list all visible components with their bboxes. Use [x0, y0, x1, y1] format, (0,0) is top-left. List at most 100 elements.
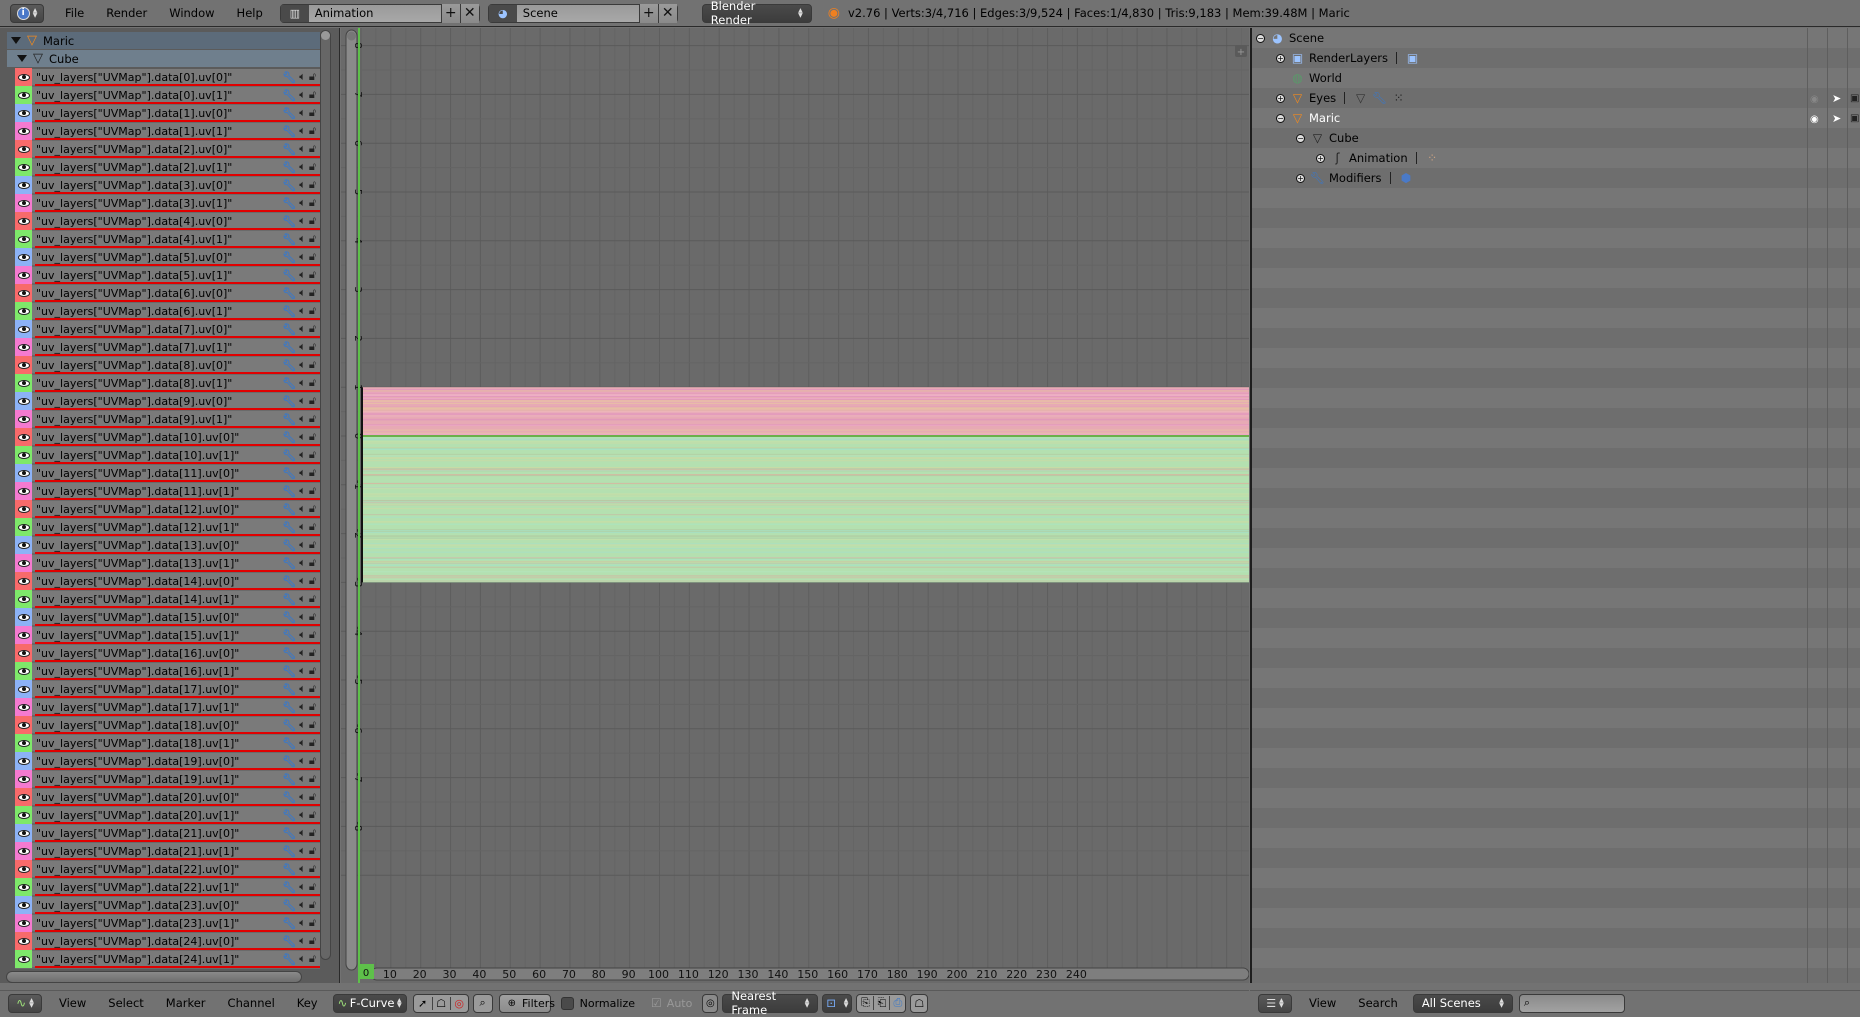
eye-icon[interactable]	[17, 685, 30, 693]
eye-icon[interactable]	[17, 955, 30, 963]
menu-view[interactable]: View	[48, 996, 97, 1010]
modifier-wrench-icon[interactable]: 🔧︎	[282, 503, 296, 516]
eye-icon[interactable]	[17, 649, 30, 657]
unlock-icon[interactable]: 🔓︎	[309, 484, 316, 498]
graph-editor-region[interactable]: 9876543210-1-2-3-4-5-6-7-801020304050607…	[341, 28, 1249, 983]
eye-icon[interactable]	[17, 91, 30, 99]
modifier-wrench-icon[interactable]: 🔧︎	[282, 881, 296, 894]
mute-speaker-icon[interactable]: 🔈︎	[299, 430, 306, 444]
modifier-wrench-icon[interactable]: 🔧︎	[282, 701, 296, 714]
paste-keys-icon[interactable]: ⎗	[873, 996, 889, 1010]
modifier-wrench-icon[interactable]: 🔧︎	[282, 521, 296, 534]
eye-icon[interactable]	[17, 829, 30, 837]
channel-row[interactable]: "uv_layers["UVMap"].data[3].uv[0]" 🔧︎ 🔈︎ 🔓︎	[15, 176, 320, 195]
eye-icon[interactable]	[17, 325, 30, 333]
unlock-icon[interactable]: 🔓︎	[309, 178, 316, 192]
eye-icon[interactable]	[17, 217, 30, 225]
modifier-wrench-icon[interactable]: 🔧︎	[282, 125, 296, 138]
action-keyframes-icon[interactable]: ⁘	[1425, 151, 1440, 166]
unlock-icon[interactable]: 🔓︎	[309, 412, 316, 426]
eye-icon[interactable]	[17, 883, 30, 891]
add-scene-icon[interactable]: +	[638, 3, 658, 23]
modifier-wrench-icon[interactable]: 🔧︎	[282, 791, 296, 804]
eye-icon[interactable]	[17, 793, 30, 801]
auto-checkbox[interactable]: ☑	[651, 996, 662, 1010]
modifier-wrench-icon[interactable]: 🔧︎	[282, 773, 296, 786]
modifier-wrench-icon[interactable]: 🔧︎	[282, 323, 296, 336]
unlock-icon[interactable]: 🔓︎	[309, 358, 316, 372]
channel-row[interactable]: "uv_layers["UVMap"].data[20].uv[1]" 🔧︎ 🔈︎ 🔓…	[15, 806, 320, 825]
mute-speaker-icon[interactable]: 🔈︎	[299, 898, 306, 912]
unlock-icon[interactable]: 🔓︎	[309, 520, 316, 534]
eye-icon[interactable]	[17, 199, 30, 207]
eye-icon[interactable]	[17, 865, 30, 873]
outliner-item-eyes[interactable]: + ▽ Eyes ▽ 🔧︎ ⁙ ◉ ➤ ▣	[1252, 88, 1860, 108]
pivot-button[interactable]: ◎	[702, 993, 719, 1013]
eye-icon[interactable]	[17, 145, 30, 153]
modifier-wrench-icon[interactable]: 🔧︎	[282, 89, 296, 102]
modifier-wrench-icon[interactable]: 🔧︎	[282, 377, 296, 390]
channel-row[interactable]: "uv_layers["UVMap"].data[10].uv[1]" 🔧︎ 🔈︎ 🔓…	[15, 446, 320, 465]
channel-row[interactable]: "uv_layers["UVMap"].data[11].uv[0]" 🔧︎ 🔈︎ 🔓…	[15, 464, 320, 483]
channel-row[interactable]: "uv_layers["UVMap"].data[5].uv[1]" 🔧︎ 🔈︎ 🔓︎	[15, 266, 320, 285]
unlock-icon[interactable]: 🔓︎	[309, 340, 316, 354]
delete-scene-icon[interactable]: ✕	[657, 3, 677, 23]
outliner-item-renderlayers[interactable]: + ▣ RenderLayers ▣	[1252, 48, 1860, 68]
unlock-icon[interactable]: 🔓︎	[309, 394, 316, 408]
unlock-icon[interactable]: 🔓︎	[309, 862, 316, 876]
mute-speaker-icon[interactable]: 🔈︎	[299, 880, 306, 894]
screen-layout-name[interactable]: Animation	[308, 4, 441, 22]
mute-speaker-icon[interactable]: 🔈︎	[299, 610, 306, 624]
channel-vertical-scrollbar[interactable]	[320, 30, 331, 960]
unlock-icon[interactable]: 🔓︎	[309, 142, 316, 156]
screen-layout-selector[interactable]: ▥ Animation + ✕	[279, 3, 480, 23]
channel-row[interactable]: "uv_layers["UVMap"].data[18].uv[0]" 🔧︎ 🔈︎ 🔓…	[15, 716, 320, 735]
selectability-cursor-icon[interactable]: ➤	[1832, 112, 1841, 125]
expand-icon[interactable]: +	[1296, 173, 1305, 183]
channel-row[interactable]: "uv_layers["UVMap"].data[0].uv[0]" 🔧︎ 🔈︎ 🔓︎	[15, 68, 320, 87]
renderlayers-icon[interactable]: ▣	[1405, 51, 1420, 66]
mute-speaker-icon[interactable]: 🔈︎	[299, 862, 306, 876]
eye-icon[interactable]	[17, 271, 30, 279]
channel-row[interactable]: "uv_layers["UVMap"].data[17].uv[0]" 🔧︎ 🔈︎ 🔓…	[15, 680, 320, 699]
unlock-icon[interactable]: 🔓︎	[309, 628, 316, 642]
visibility-eye-icon[interactable]: ◉	[1810, 91, 1819, 105]
unlock-icon[interactable]: 🔓︎	[309, 646, 316, 660]
modifier-wrench-icon[interactable]: 🔧︎	[282, 395, 296, 408]
channel-row[interactable]: "uv_layers["UVMap"].data[22].uv[1]" 🔧︎ 🔈︎ 🔓…	[15, 878, 320, 897]
unlock-icon[interactable]: 🔓︎	[309, 898, 316, 912]
menu-window[interactable]: Window	[158, 6, 225, 20]
modifier-wrench-icon[interactable]: 🔧︎	[282, 71, 296, 84]
mute-speaker-icon[interactable]: 🔈︎	[299, 322, 306, 336]
channel-row[interactable]: "uv_layers["UVMap"].data[22].uv[0]" 🔧︎ 🔈︎ 🔓…	[15, 860, 320, 879]
mute-speaker-icon[interactable]: 🔈︎	[299, 754, 306, 768]
channel-row[interactable]: "uv_layers["UVMap"].data[23].uv[1]" 🔧︎ 🔈︎ 🔓…	[15, 914, 320, 933]
menu-key[interactable]: Key	[286, 996, 329, 1010]
renderability-camera-icon[interactable]: ▣	[1850, 93, 1859, 104]
eye-icon[interactable]	[17, 937, 30, 945]
mute-speaker-icon[interactable]: 🔈︎	[299, 160, 306, 174]
outliner-item-label[interactable]: Eyes	[1309, 91, 1336, 105]
unlock-icon[interactable]: 🔓︎	[309, 880, 316, 894]
outliner-item-label[interactable]: Scene	[1289, 31, 1324, 45]
mute-speaker-icon[interactable]: 🔈︎	[299, 412, 306, 426]
mute-speaker-icon[interactable]: 🔈︎	[299, 106, 306, 120]
pivot-point-dropdown[interactable]: ⊡ ▲ ▼	[822, 993, 853, 1013]
eye-icon[interactable]	[17, 559, 30, 567]
eye-icon[interactable]	[17, 721, 30, 729]
copy-keys-icon[interactable]: ⎘	[857, 996, 873, 1010]
modifier-wrench-icon[interactable]: 🔧︎	[282, 161, 296, 174]
unlock-icon[interactable]: 🔓︎	[309, 592, 316, 606]
modifier-wrench-icon[interactable]: 🔧︎	[282, 629, 296, 642]
channel-row[interactable]: "uv_layers["UVMap"].data[21].uv[1]" 🔧︎ 🔈︎ 🔓…	[15, 842, 320, 861]
mute-speaker-icon[interactable]: 🔈︎	[299, 142, 306, 156]
modifier-wrench-icon[interactable]: 🔧︎	[1372, 91, 1387, 106]
renderability-camera-icon[interactable]: ▣	[1850, 113, 1859, 124]
unlock-icon[interactable]: 🔓︎	[309, 664, 316, 678]
modifier-wrench-icon[interactable]: 🔧︎	[282, 341, 296, 354]
collapse-icon[interactable]: −	[1256, 33, 1265, 43]
selectability-cursor-icon[interactable]: ➤	[1832, 92, 1841, 105]
eye-icon[interactable]	[17, 415, 30, 423]
unlock-icon[interactable]: 🔓︎	[309, 88, 316, 102]
eye-icon[interactable]	[17, 469, 30, 477]
